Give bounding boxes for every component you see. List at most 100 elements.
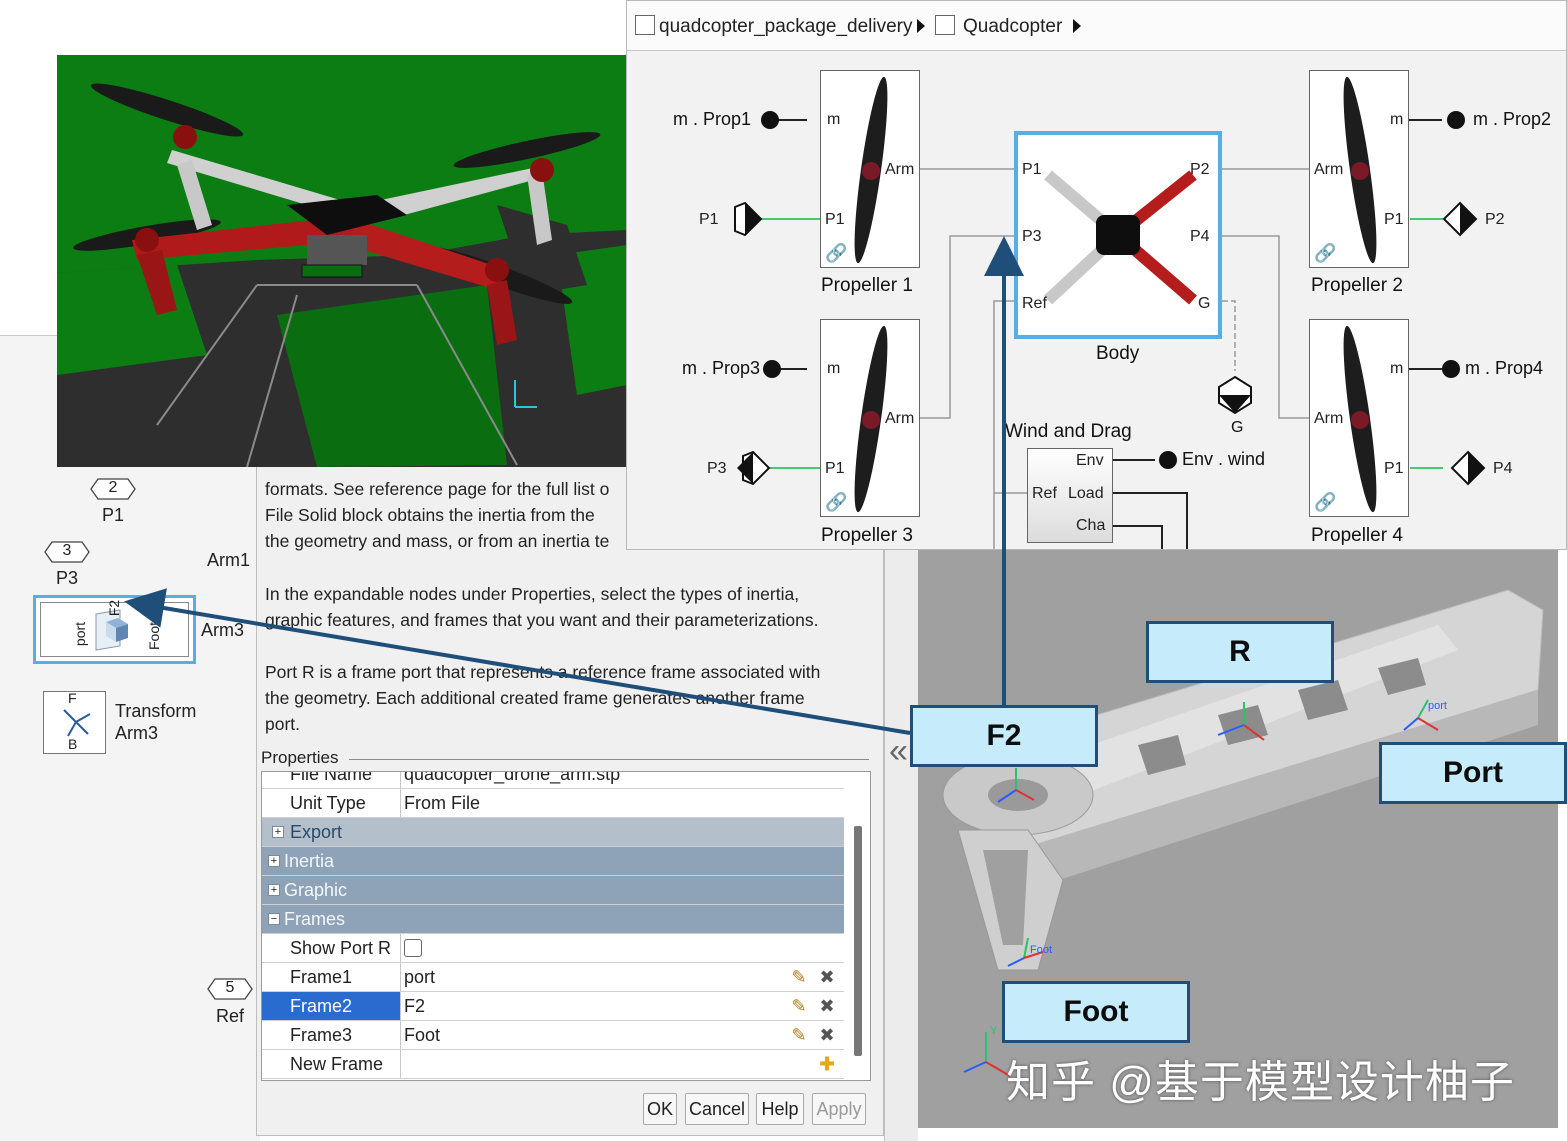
wind-drag-block[interactable]: Env Ref Load Cha bbox=[1027, 448, 1113, 543]
port-label: B bbox=[68, 736, 78, 752]
file-solid-block[interactable]: port F2 Foot bbox=[33, 595, 196, 664]
description-line: the geometry and mass, or from an inerti… bbox=[265, 531, 610, 551]
delete-x-icon[interactable]: ✖ bbox=[816, 966, 838, 988]
panel-collapse-strip: « bbox=[884, 550, 918, 1141]
property-row-frame1[interactable]: Frame1 port ✎ ✖ bbox=[262, 963, 844, 992]
propeller2-block[interactable]: m Arm P1 🔗 bbox=[1309, 70, 1409, 268]
connection-port-icon bbox=[737, 450, 771, 486]
drone-render bbox=[57, 55, 627, 467]
properties-tree-table[interactable]: File Name quadcopter_drone_arm.stp Unit … bbox=[261, 771, 871, 1081]
properties-label: Properties bbox=[261, 748, 343, 768]
port-tag-number: 5 bbox=[225, 979, 235, 996]
description-line: In the expandable nodes under Properties… bbox=[265, 584, 800, 604]
property-row-show-port-r[interactable]: Show Port R bbox=[262, 934, 844, 963]
connection-port-icon bbox=[734, 201, 763, 237]
propeller2-label: Propeller 2 bbox=[1311, 275, 1403, 296]
port-tag-label: Ref bbox=[216, 1006, 245, 1026]
port-tag-p1[interactable]: 2 bbox=[90, 478, 136, 500]
section-export[interactable]: + Export bbox=[262, 818, 844, 847]
frame1-value[interactable]: port bbox=[402, 963, 844, 991]
property-row-unit-type[interactable]: Unit Type From File bbox=[262, 789, 844, 818]
file-name-field[interactable]: quadcopter_drone_arm.stp bbox=[402, 772, 844, 788]
port-label: Ref bbox=[1032, 485, 1057, 502]
port-label: Env bbox=[1076, 452, 1104, 469]
port-tag-label: P1 bbox=[102, 505, 125, 525]
frame3-value[interactable]: Foot bbox=[402, 1021, 844, 1049]
unit-type-select[interactable]: From File bbox=[402, 789, 844, 817]
frame-transform-icon bbox=[58, 704, 94, 740]
port-label: Arm bbox=[885, 161, 915, 178]
port-label: F2 bbox=[106, 599, 123, 617]
show-port-r-checkbox[interactable] bbox=[404, 939, 422, 957]
property-row-new-frame[interactable]: New Frame ✚ bbox=[262, 1050, 844, 1079]
signal-label: Env . wind bbox=[1182, 449, 1266, 469]
callout-foot: Foot bbox=[1002, 981, 1190, 1043]
port-label: P1 bbox=[825, 211, 845, 228]
property-row-frame3[interactable]: Frame3 Foot ✎ ✖ bbox=[262, 1021, 844, 1050]
connection-port-label: P1 bbox=[699, 211, 719, 228]
cancel-button[interactable]: Cancel bbox=[685, 1093, 749, 1125]
port-label: P2 bbox=[1190, 161, 1210, 178]
propeller1-block[interactable]: m Arm P1 🔗 bbox=[820, 70, 920, 268]
connection-port-label: P4 bbox=[1493, 460, 1513, 477]
port-label: m bbox=[1390, 111, 1404, 128]
section-frames[interactable]: − Frames bbox=[262, 905, 844, 934]
section-label: Graphic bbox=[284, 880, 348, 900]
propeller4-block[interactable]: m Arm P1 🔗 bbox=[1309, 319, 1409, 517]
description-line: the geometry. Each additional created fr… bbox=[265, 688, 805, 708]
port-label: m bbox=[1390, 360, 1404, 377]
drone-3d-viewer[interactable] bbox=[57, 55, 627, 467]
add-plus-icon[interactable]: ✚ bbox=[816, 1053, 838, 1075]
port-tag-ref[interactable]: 5 bbox=[207, 978, 253, 1000]
quadcopter-diagram: quadcopter_package_delivery Quadcopter m… bbox=[626, 0, 1567, 550]
port-tag-label: P3 bbox=[56, 568, 79, 588]
signal-label: m . Prop1 bbox=[673, 109, 752, 129]
property-key: Unit Type bbox=[262, 789, 401, 817]
help-button[interactable]: Help bbox=[756, 1093, 804, 1125]
property-key: Show Port R bbox=[262, 934, 401, 962]
section-graphic[interactable]: + Graphic bbox=[262, 876, 844, 905]
port-label: port bbox=[72, 621, 89, 647]
port-label: Foot bbox=[146, 621, 163, 651]
frame-axis-label: port bbox=[1428, 700, 1447, 712]
property-row-frame2[interactable]: Frame2 F2 ✎ ✖ bbox=[262, 992, 844, 1021]
description-line: File Solid block obtains the inertia fro… bbox=[265, 505, 595, 525]
port-label: Cha bbox=[1076, 517, 1106, 534]
signal-label: m . Prop4 bbox=[1465, 358, 1544, 378]
property-key: File Name bbox=[262, 772, 401, 788]
edit-pencil-icon[interactable]: ✎ bbox=[788, 995, 810, 1017]
frame-axis-label: Foot bbox=[1030, 944, 1053, 956]
description-line: port. bbox=[265, 714, 301, 734]
signal-label: G bbox=[1231, 419, 1244, 436]
connection-port-label: P3 bbox=[707, 460, 727, 477]
connection-port-label: P2 bbox=[1485, 211, 1505, 228]
body-block[interactable]: P1 P2 P3 P4 Ref G bbox=[1014, 131, 1222, 339]
ok-button[interactable]: OK bbox=[643, 1093, 677, 1125]
delete-x-icon[interactable]: ✖ bbox=[816, 1024, 838, 1046]
collapse-chevron-icon[interactable]: « bbox=[889, 732, 908, 771]
section-label: Frames bbox=[284, 909, 346, 929]
property-key: Frame2 bbox=[262, 992, 401, 1020]
body-label: Body bbox=[1096, 343, 1140, 364]
port-label: P1 bbox=[1384, 460, 1404, 477]
signal-label: m . Prop3 bbox=[682, 358, 761, 378]
watermark: 知乎 @基于模型设计柚子 bbox=[1006, 1058, 1515, 1107]
delete-x-icon[interactable]: ✖ bbox=[816, 995, 838, 1017]
property-row-file-name[interactable]: File Name quadcopter_drone_arm.stp bbox=[262, 772, 844, 789]
transform-block[interactable]: F B bbox=[43, 690, 106, 754]
link-icon: 🔗 bbox=[825, 243, 848, 263]
link-icon: 🔗 bbox=[825, 492, 848, 512]
frame2-value[interactable]: F2 bbox=[402, 992, 844, 1020]
frame-axis-label: Y bbox=[990, 1025, 998, 1037]
callout-r: R bbox=[1146, 621, 1334, 683]
apply-button[interactable]: Apply bbox=[812, 1093, 866, 1125]
propeller3-block[interactable]: m Arm P1 🔗 bbox=[820, 319, 920, 517]
edit-pencil-icon[interactable]: ✎ bbox=[788, 1024, 810, 1046]
section-inertia[interactable]: + Inertia bbox=[262, 847, 844, 876]
properties-scrollbar[interactable] bbox=[854, 826, 862, 1056]
property-key: Frame3 bbox=[262, 1021, 401, 1049]
connection-port-icon bbox=[1442, 201, 1478, 237]
port-tag-p3[interactable]: 3 bbox=[44, 541, 90, 563]
link-icon: 🔗 bbox=[1314, 492, 1337, 512]
edit-pencil-icon[interactable]: ✎ bbox=[788, 966, 810, 988]
